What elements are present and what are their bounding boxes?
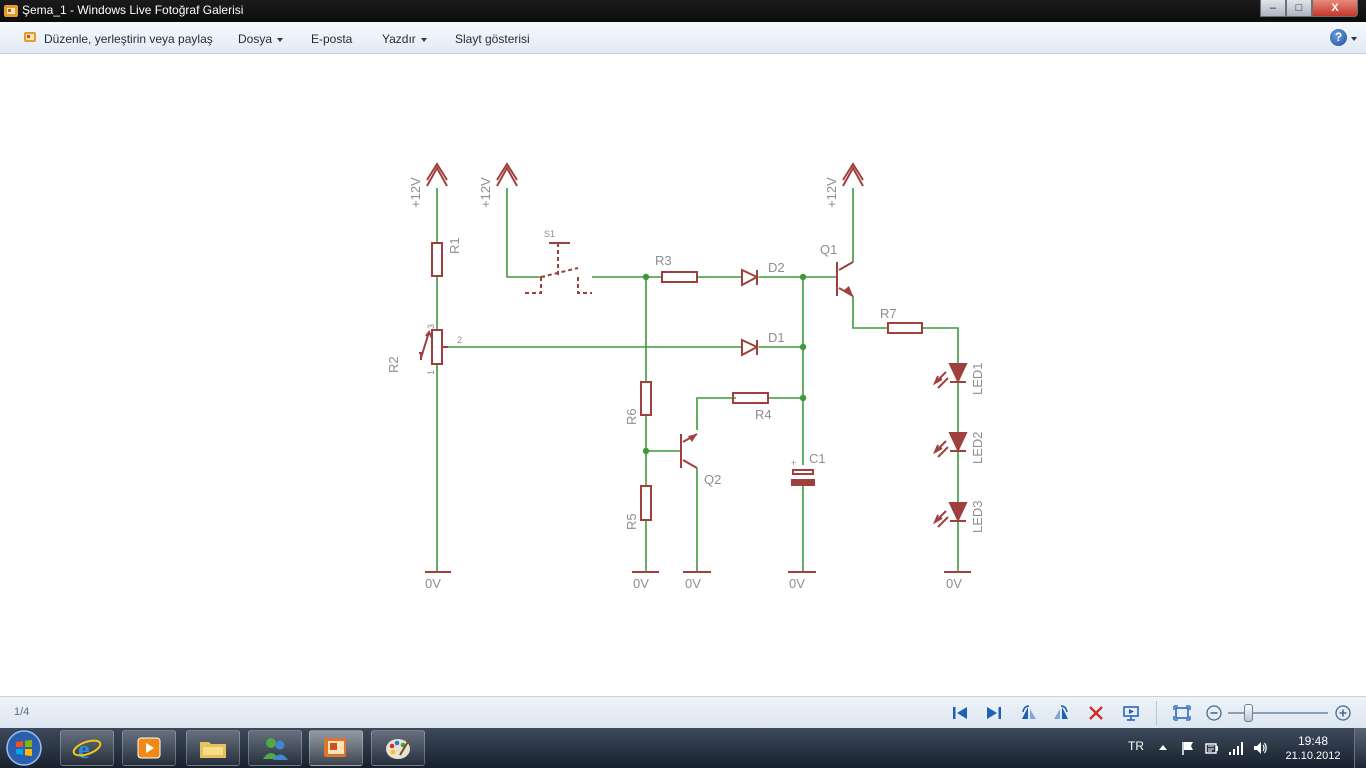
circuit-schematic: +12V +12V +12V R1 R2 R3 R4 R5 R6 R7 D2 D… bbox=[386, 162, 985, 591]
explorer-icon bbox=[200, 742, 226, 758]
window-controls: – □ X bbox=[1260, 0, 1358, 18]
polarity-label: + bbox=[791, 458, 796, 468]
taskbar: e TR 19:48 21.10.2012 bbox=[0, 728, 1366, 768]
pin-label: 1 bbox=[426, 370, 436, 375]
ground-label: 0V bbox=[425, 576, 441, 591]
supply-label: +12V bbox=[478, 177, 493, 208]
delete-icon[interactable] bbox=[1086, 703, 1106, 723]
pin-label: 3 bbox=[426, 324, 436, 329]
ground-label: 0V bbox=[633, 576, 649, 591]
media-player-icon bbox=[137, 737, 161, 759]
actual-size-icon[interactable] bbox=[1172, 703, 1192, 723]
taskbar-ie[interactable]: e bbox=[60, 730, 114, 766]
zoom-slider-thumb[interactable] bbox=[1243, 704, 1253, 722]
wires bbox=[436, 188, 959, 572]
volume-icon[interactable] bbox=[1252, 740, 1268, 756]
internet-explorer-icon: e bbox=[72, 735, 102, 762]
r5-label: R5 bbox=[624, 513, 639, 530]
r6-label: R6 bbox=[624, 408, 639, 425]
slideshow-menu[interactable]: Slayt gösterisi bbox=[455, 32, 530, 46]
help-icon[interactable]: ? bbox=[1330, 29, 1347, 46]
svg-text:e: e bbox=[78, 735, 90, 762]
q2-label: Q2 bbox=[704, 472, 721, 487]
action-center-flag-icon[interactable] bbox=[1180, 740, 1196, 756]
r2-label: R2 bbox=[386, 356, 401, 373]
taskbar-photo-gallery[interactable] bbox=[309, 730, 363, 766]
file-menu-label: Dosya bbox=[238, 32, 273, 46]
c1-label: C1 bbox=[809, 451, 826, 466]
r7-label: R7 bbox=[880, 306, 897, 321]
menu-bar: Düzenle, yerleştirin veya paylaş Dosya E… bbox=[0, 22, 1366, 54]
toolbar-divider bbox=[1156, 701, 1157, 725]
power-icon[interactable] bbox=[1204, 740, 1220, 756]
organize-menu[interactable]: Düzenle, yerleştirin veya paylaş bbox=[44, 32, 213, 46]
pin-label: 2 bbox=[457, 335, 462, 345]
junctions bbox=[642, 273, 807, 455]
filled-parts bbox=[688, 286, 966, 520]
paint-icon bbox=[386, 739, 410, 759]
led3-label: LED3 bbox=[970, 500, 985, 533]
show-desktop-button[interactable] bbox=[1354, 728, 1366, 768]
ground-label: 0V bbox=[685, 576, 701, 591]
taskbar-paint[interactable] bbox=[371, 730, 425, 766]
previous-icon[interactable] bbox=[950, 703, 970, 723]
close-button[interactable]: X bbox=[1312, 0, 1358, 17]
d2-label: D2 bbox=[768, 260, 785, 275]
d1-label: D1 bbox=[768, 330, 785, 345]
ground-label: 0V bbox=[946, 576, 962, 591]
taskbar-explorer[interactable] bbox=[186, 730, 240, 766]
q1-label: Q1 bbox=[820, 242, 837, 257]
rotate-left-icon[interactable] bbox=[1018, 703, 1038, 723]
viewer-toolbar: 1/4 bbox=[0, 696, 1366, 728]
next-icon[interactable] bbox=[984, 703, 1004, 723]
print-menu[interactable]: Yazdır bbox=[382, 32, 427, 46]
zoom-in-icon[interactable] bbox=[1333, 703, 1353, 723]
r4-label: R4 bbox=[755, 407, 772, 422]
language-indicator[interactable]: TR bbox=[1128, 739, 1144, 753]
title-bar: Şema_1 - Windows Live Fotoğraf Galerisi … bbox=[0, 0, 1366, 22]
clock-date[interactable]: 21.10.2012 bbox=[1280, 750, 1346, 762]
taskbar-messenger[interactable] bbox=[248, 730, 302, 766]
led1-label: LED1 bbox=[970, 362, 985, 395]
s1-label: S1 bbox=[544, 229, 555, 239]
photo-gallery-app-icon[interactable] bbox=[3, 3, 19, 19]
chevron-down-icon bbox=[420, 37, 427, 42]
start-button-icon[interactable] bbox=[4, 729, 44, 767]
image-counter: 1/4 bbox=[14, 706, 30, 718]
ground-label: 0V bbox=[789, 576, 805, 591]
chevron-down-icon[interactable] bbox=[1351, 37, 1357, 41]
components bbox=[419, 162, 971, 573]
messenger-icon bbox=[263, 738, 288, 760]
minimize-button[interactable]: – bbox=[1260, 0, 1286, 17]
network-signal-icon[interactable] bbox=[1228, 740, 1244, 756]
image-canvas[interactable]: +12V +12V +12V R1 R2 R3 R4 R5 R6 R7 D2 D… bbox=[0, 54, 1366, 696]
zoom-out-icon[interactable] bbox=[1204, 703, 1224, 723]
rotate-right-icon[interactable] bbox=[1052, 703, 1072, 723]
show-hidden-icons-icon[interactable] bbox=[1158, 743, 1168, 751]
photo-gallery-icon bbox=[324, 738, 346, 757]
taskbar-media-player[interactable] bbox=[122, 730, 176, 766]
r3-label: R3 bbox=[655, 253, 672, 268]
chevron-down-icon bbox=[277, 37, 284, 42]
email-menu[interactable]: E-posta bbox=[311, 32, 352, 46]
slideshow-icon[interactable] bbox=[1121, 703, 1141, 723]
window-title: Şema_1 - Windows Live Fotoğraf Galerisi bbox=[22, 3, 244, 17]
print-menu-label: Yazdır bbox=[382, 32, 416, 46]
maximize-button[interactable]: □ bbox=[1286, 0, 1312, 17]
file-menu[interactable]: Dosya bbox=[238, 32, 284, 46]
r1-label: R1 bbox=[447, 237, 462, 254]
supply-label: +12V bbox=[824, 177, 839, 208]
organize-icon bbox=[24, 32, 36, 42]
clock-time[interactable]: 19:48 bbox=[1293, 734, 1333, 748]
supply-label: +12V bbox=[408, 177, 423, 208]
led2-label: LED2 bbox=[970, 431, 985, 464]
